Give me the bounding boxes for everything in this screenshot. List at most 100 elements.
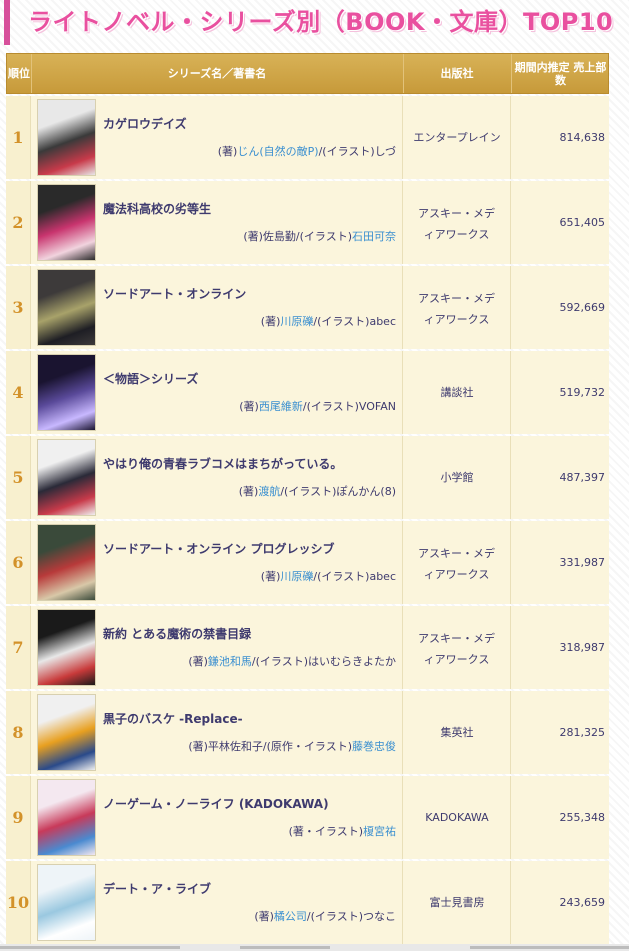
book-cover-image[interactable] bbox=[37, 779, 96, 856]
book-cover-image[interactable] bbox=[37, 609, 96, 686]
table-row: 7 新約 とある魔術の禁書目録 (著)鎌池和馬/(イラスト)はいむらきよたか アスキー… bbox=[6, 606, 609, 689]
rank-number: 8 bbox=[6, 691, 31, 774]
horizontal-scrollbar[interactable] bbox=[0, 944, 629, 951]
publisher-name: アスキー・メディアワークス bbox=[402, 181, 510, 264]
sales-count: 487,397 bbox=[510, 436, 609, 519]
series-title-link[interactable]: ＜物語＞シリーズ bbox=[103, 370, 198, 387]
author-credit-prefix: (著)平林佐和子/(原作・イラスト) bbox=[188, 740, 352, 753]
publisher-text: アスキー・メディアワークス bbox=[418, 632, 495, 666]
publisher-name: 講談社 bbox=[402, 351, 511, 434]
column-header-rank: 順位 bbox=[7, 54, 32, 93]
author-credit-suffix: /(イラスト)VOFAN bbox=[302, 400, 396, 413]
author-credits: (著)佐島勤/(イラスト)石田可奈 bbox=[243, 228, 396, 244]
author-link[interactable]: 橘公司 bbox=[274, 910, 307, 923]
sales-count: 592,669 bbox=[510, 266, 609, 349]
table-row: 8 黒子のバスケ -Replace- (著)平林佐和子/(原作・イラスト)藤巻忠俊 集… bbox=[6, 691, 609, 774]
table-row: 2 魔法科高校の劣等生 (著)佐島勤/(イラスト)石田可奈 アスキー・メディアワークス… bbox=[6, 181, 609, 264]
author-link[interactable]: 藤巻忠俊 bbox=[352, 740, 396, 753]
page-title: ライトノベル・シリーズ別（BOOK・文庫）TOP10 bbox=[28, 8, 614, 36]
publisher-text: アスキー・メディアワークス bbox=[418, 292, 495, 326]
rank-number: 3 bbox=[6, 266, 31, 349]
author-link[interactable]: 川原礫 bbox=[280, 315, 313, 328]
scrollbar-segment bbox=[470, 946, 629, 949]
book-cover-image[interactable] bbox=[37, 439, 96, 516]
publisher-name: 集英社 bbox=[402, 691, 511, 774]
publisher-name: アスキー・メディアワークス bbox=[402, 606, 510, 689]
publisher-name: アスキー・メディアワークス bbox=[402, 266, 510, 349]
publisher-text: 富士見書房 bbox=[429, 896, 485, 909]
author-credits: (著)鎌池和馬/(イラスト)はいむらきよたか bbox=[188, 653, 396, 669]
rank-number: 4 bbox=[6, 351, 31, 434]
series-title-link[interactable]: ソードアート・オンライン bbox=[103, 285, 246, 302]
book-cover-image[interactable] bbox=[37, 184, 96, 261]
author-credit-suffix: /(イラスト)しづ bbox=[318, 145, 396, 158]
rank-number: 5 bbox=[6, 436, 31, 519]
book-cover-image[interactable] bbox=[37, 694, 96, 771]
author-credit-prefix: (著) bbox=[260, 570, 281, 583]
rank-number: 7 bbox=[6, 606, 31, 689]
series-title-link[interactable]: 黒子のバスケ -Replace- bbox=[103, 710, 243, 727]
book-cover-image[interactable] bbox=[37, 864, 96, 941]
author-link[interactable]: じん(自然の敵P) bbox=[237, 145, 318, 158]
author-credit-prefix: (著・イラスト) bbox=[288, 825, 363, 838]
author-link[interactable]: 渡航 bbox=[258, 485, 280, 498]
author-link[interactable]: 川原礫 bbox=[280, 570, 313, 583]
series-title-link[interactable]: ノーゲーム・ノーライフ (KADOKAWA) bbox=[103, 795, 329, 812]
rank-number: 9 bbox=[6, 776, 31, 859]
publisher-text: 集英社 bbox=[440, 726, 474, 739]
series-title-link[interactable]: カゲロウデイズ bbox=[103, 115, 187, 132]
book-cover-image[interactable] bbox=[37, 269, 96, 346]
author-credits: (著)川原礫/(イラスト)abec bbox=[261, 313, 396, 329]
publisher-name: エンタープレイン bbox=[402, 96, 511, 179]
author-credit-prefix: (著) bbox=[217, 145, 238, 158]
table-row: 6 ソードアート・オンライン プログレッシブ (著)川原礫/(イラスト)abec アス… bbox=[6, 521, 609, 604]
column-header-sales: 期間内推定 売上部数 bbox=[514, 60, 607, 87]
author-credits: (著)川原礫/(イラスト)abec bbox=[261, 568, 396, 584]
author-credit-suffix: /(イラスト)はいむらきよたか bbox=[251, 655, 396, 668]
scrollbar-segment bbox=[0, 946, 180, 949]
author-link[interactable]: 榎宮祐 bbox=[363, 825, 396, 838]
page-title-bar: ライトノベル・シリーズ別（BOOK・文庫）TOP10 bbox=[4, 0, 625, 45]
table-row: 4 ＜物語＞シリーズ (著)西尾維新/(イラスト)VOFAN 講談社 519,732 bbox=[6, 351, 609, 434]
table-row: 9 ノーゲーム・ノーライフ (KADOKAWA) (著・イラスト)榎宮祐 KADOKA… bbox=[6, 776, 609, 859]
book-cover-image[interactable] bbox=[37, 524, 96, 601]
author-link[interactable]: 鎌池和馬 bbox=[208, 655, 252, 668]
author-credits: (著)西尾維新/(イラスト)VOFAN bbox=[239, 398, 396, 414]
author-credits: (著)平林佐和子/(原作・イラスト)藤巻忠俊 bbox=[188, 738, 396, 754]
author-credit-prefix: (著) bbox=[238, 485, 259, 498]
series-title-link[interactable]: やはり俺の青春ラブコメはまちがっている。 bbox=[103, 455, 342, 472]
publisher-name: KADOKAWA bbox=[402, 776, 511, 859]
rank-number: 10 bbox=[6, 861, 31, 944]
series-title-link[interactable]: ソードアート・オンライン プログレッシブ bbox=[103, 540, 334, 557]
author-credits: (著・イラスト)榎宮祐 bbox=[289, 823, 396, 839]
publisher-text: KADOKAWA bbox=[425, 811, 489, 824]
author-credit-prefix: (著) bbox=[260, 315, 281, 328]
author-credit-prefix: (著) bbox=[254, 910, 274, 923]
table-body: 1 カゲロウデイズ (著)じん(自然の敵P)/(イラスト)しづ エンタープレイン 814… bbox=[6, 96, 609, 944]
book-cover-image[interactable] bbox=[37, 354, 96, 431]
sales-count: 651,405 bbox=[510, 181, 609, 264]
column-header-publisher: 出版社 bbox=[403, 54, 512, 93]
publisher-text: エンタープレイン bbox=[413, 131, 501, 144]
author-credit-prefix: (著) bbox=[188, 655, 208, 668]
series-title-link[interactable]: 新約 とある魔術の禁書目録 bbox=[103, 625, 251, 642]
publisher-name: 小学館 bbox=[402, 436, 511, 519]
author-credit-suffix: /(イラスト)abec bbox=[313, 315, 396, 328]
table-header: 順位 シリーズ名／著書名 出版社 期間内推定 売上部数 bbox=[6, 53, 609, 94]
rank-number: 1 bbox=[6, 96, 31, 179]
table-row: 3 ソードアート・オンライン (著)川原礫/(イラスト)abec アスキー・メディアワ… bbox=[6, 266, 609, 349]
author-link[interactable]: 西尾維新 bbox=[259, 400, 303, 413]
table-row: 5 やはり俺の青春ラブコメはまちがっている。 (著)渡航/(イラスト)ぽんかん(8)… bbox=[6, 436, 609, 519]
author-link[interactable]: 石田可奈 bbox=[352, 230, 396, 243]
author-credits: (著)橘公司/(イラスト)つなこ bbox=[254, 908, 396, 924]
table-row: 10 デート・ア・ライブ (著)橘公司/(イラスト)つなこ 富士見書房 243,659 bbox=[6, 861, 609, 944]
book-cover-image[interactable] bbox=[37, 99, 96, 176]
sales-count: 243,659 bbox=[510, 861, 609, 944]
rank-number: 6 bbox=[6, 521, 31, 604]
series-title-link[interactable]: デート・ア・ライブ bbox=[103, 880, 211, 897]
sales-count: 281,325 bbox=[510, 691, 609, 774]
series-title-link[interactable]: 魔法科高校の劣等生 bbox=[103, 200, 211, 217]
sales-count: 331,987 bbox=[510, 521, 609, 604]
author-credit-suffix: /(イラスト)abec bbox=[313, 570, 396, 583]
column-header-series: シリーズ名／著書名 bbox=[31, 54, 404, 93]
